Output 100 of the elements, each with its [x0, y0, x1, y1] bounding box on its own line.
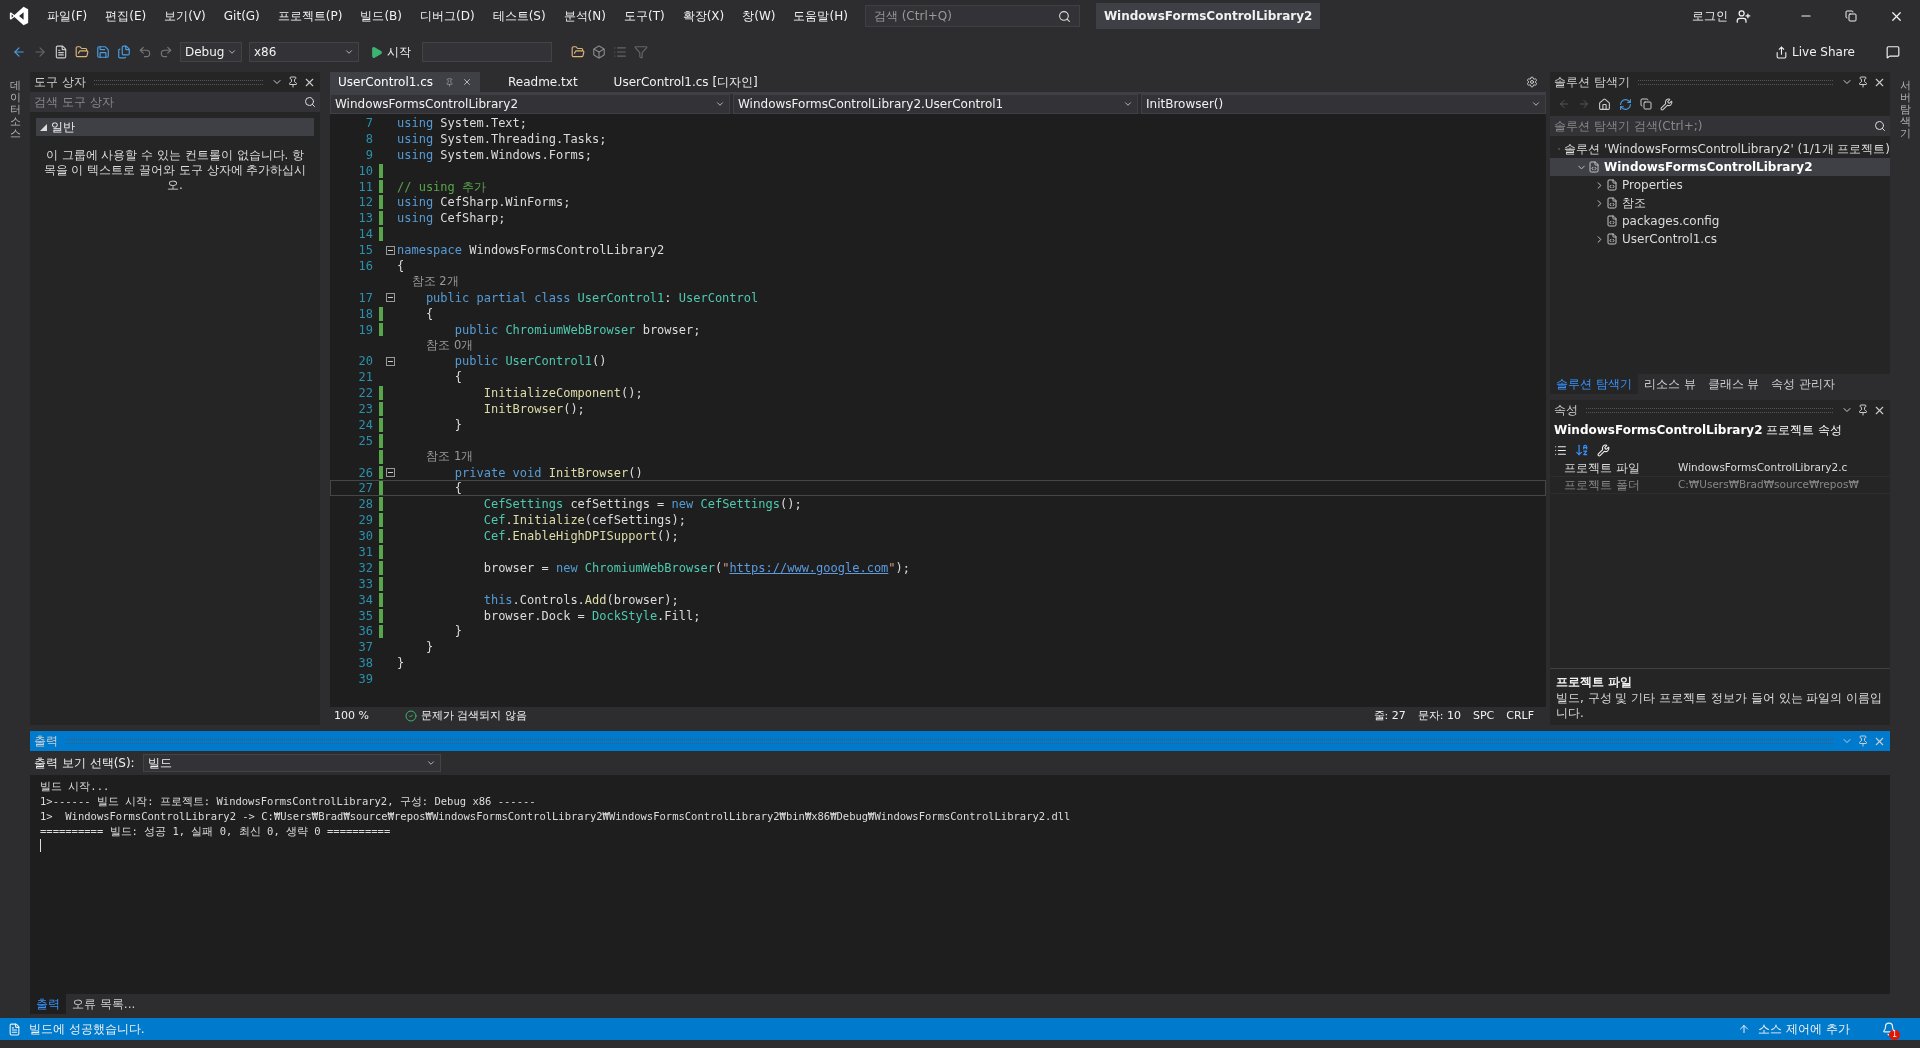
tree-item[interactable]: 솔루션 'WindowsFormsControlLibrary2' (1/1개 프로젝트) [1550, 140, 1890, 158]
tree-item[interactable]: Properties [1550, 176, 1890, 194]
live-share-button[interactable]: Live Share [1775, 43, 1855, 61]
source-dropdown[interactable]: 빌드 [142, 754, 441, 772]
panel-tab[interactable]: 출력 [30, 994, 66, 1014]
menu-item[interactable]: 빌드(B) [351, 7, 411, 25]
fold-icon[interactable] [385, 468, 395, 478]
tree-item[interactable]: WindowsFormsControlLibrary2 [1550, 158, 1890, 176]
code-line: { [453, 480, 463, 498]
line-number: 13 [357, 210, 374, 228]
save-all-icon[interactable] [117, 45, 131, 59]
pin-icon[interactable] [1857, 76, 1869, 88]
tree-item[interactable]: packages.config [1550, 212, 1890, 230]
account-icon[interactable] [1736, 8, 1751, 24]
folder-icon[interactable] [571, 45, 585, 59]
undo-icon[interactable] [138, 45, 152, 59]
menu-item[interactable]: 파일(F) [38, 7, 97, 25]
menu-item[interactable]: 디버그(D) [411, 7, 484, 25]
menu-item[interactable]: 확장(X) [673, 7, 734, 25]
fold-icon[interactable] [385, 356, 395, 366]
fold-icon[interactable] [385, 293, 395, 303]
chevron-icon[interactable] [1123, 99, 1133, 109]
toolbar-icon[interactable] [592, 45, 606, 59]
source-control-button[interactable]: 소스 제어에 추가 [1758, 1020, 1850, 1038]
menu-item[interactable]: 도구(T) [614, 7, 674, 25]
code-line: Cef.EnableHighDPISupport(); [482, 528, 679, 546]
code-line: InitializeComponent(); [482, 385, 643, 403]
search-field[interactable]: 검색 (Ctrl+Q) [864, 5, 1080, 27]
menu-item[interactable]: 프로젝트(P) [268, 7, 352, 25]
panel-tab[interactable]: 클래스 뷰 [1701, 374, 1766, 394]
open-icon[interactable] [75, 45, 89, 59]
refresh-icon[interactable] [1619, 97, 1632, 111]
side-tab[interactable]: 데이터 소스 [9, 80, 21, 141]
settings-icon[interactable] [1526, 76, 1538, 88]
editor-tab[interactable]: UserControl1.cs [330, 72, 481, 92]
code-lens[interactable]: 참조 0개 [397, 336, 474, 355]
line-number: 30 [357, 528, 374, 546]
line-number: 20 [357, 353, 374, 371]
object-selector[interactable]: WindowsFormsControlLibrary2 프로젝트 속성 [1550, 420, 1890, 440]
menu-item[interactable]: 테스트(S) [483, 7, 555, 25]
restore-icon[interactable] [1845, 10, 1857, 22]
editor-tab[interactable]: Readme.txt [500, 72, 586, 92]
menu-item[interactable]: 도움말(H) [784, 7, 857, 25]
panel-tab[interactable]: 속성 관리자 [1765, 374, 1842, 394]
save-icon[interactable] [96, 45, 110, 59]
chevron-icon[interactable] [344, 47, 354, 57]
panel-tab[interactable]: 리소스 뷰 [1637, 374, 1702, 394]
zoom-dropdown[interactable]: 100 % [334, 707, 369, 725]
back-icon[interactable] [12, 45, 26, 59]
search-field[interactable]: 솔루션 탐색기 검색(Ctrl+;) [1550, 116, 1890, 136]
line-number: 24 [357, 416, 374, 434]
login-link[interactable]: 로그인 [1692, 7, 1728, 25]
menu-item[interactable]: 창(W) [733, 7, 785, 25]
menu-item[interactable]: 편집(E) [96, 7, 156, 25]
close-icon[interactable] [462, 77, 473, 87]
code-lens[interactable]: 참조 1개 [397, 448, 474, 466]
collapse-all-icon[interactable] [1640, 98, 1652, 110]
new-item-icon[interactable] [54, 45, 68, 59]
line-number: 34 [357, 591, 374, 609]
group-header[interactable]: 일반 [36, 118, 314, 136]
navigation-dropdown[interactable]: WindowsFormsControlLibrary2.UserControl1 [733, 94, 1138, 114]
pin-icon[interactable] [287, 76, 299, 88]
search-icon [304, 96, 316, 108]
fold-icon[interactable] [385, 245, 395, 255]
menu-item[interactable]: Git(G) [214, 7, 269, 25]
tree-item[interactable]: UserControl1.cs [1550, 230, 1890, 248]
redo-icon[interactable] [159, 45, 173, 59]
start-button[interactable]: 시작 [366, 43, 415, 61]
search-field[interactable]: 검색 도구 상자 [30, 92, 320, 112]
notification-icon[interactable] [1882, 1022, 1896, 1036]
home-icon[interactable] [1598, 97, 1611, 111]
line-number: 14 [357, 226, 374, 244]
sort-icon[interactable] [1575, 443, 1589, 457]
navigation-dropdown[interactable]: InitBrowser() [1141, 94, 1546, 114]
tree-item[interactable]: 참조 [1550, 194, 1890, 212]
chevron-icon[interactable] [425, 758, 436, 768]
navigation-dropdown[interactable]: WindowsFormsControlLibrary2 [330, 94, 730, 114]
wrench-icon[interactable] [1660, 97, 1673, 111]
chevron-icon[interactable] [715, 99, 725, 109]
panel-tab[interactable]: 솔루션 탐색기 [1550, 374, 1638, 394]
side-tab[interactable]: 서버 탐색기 [1899, 80, 1911, 141]
play-icon[interactable] [370, 45, 383, 59]
configuration-dropdown[interactable]: Debug [180, 42, 242, 62]
feedback-icon[interactable] [1886, 45, 1900, 59]
code-line: public partial class UserControl1: UserControl [424, 289, 759, 307]
output-line: ========== 빌드: 성공 1, 실패 0, 최신 0, 생략 0 ========== [40, 824, 391, 839]
code-lens[interactable]: 참조 2개 [397, 273, 459, 291]
menu-item[interactable]: 보기(V) [155, 7, 215, 25]
menu-item[interactable]: 분석(N) [554, 7, 615, 25]
chevron-icon[interactable] [227, 47, 237, 57]
chevron-icon[interactable] [1531, 99, 1541, 109]
editor-tab[interactable]: UserControl1.cs [디자인] [605, 72, 766, 92]
pin-icon[interactable] [1857, 404, 1869, 416]
share-icon[interactable] [1775, 45, 1789, 59]
panel-tab[interactable]: 오류 목록... [66, 994, 142, 1014]
line-number: 33 [357, 575, 374, 593]
line-number: 26 [357, 464, 374, 482]
categorized-icon[interactable] [1554, 443, 1567, 457]
platform-dropdown[interactable]: x86 [249, 42, 359, 62]
line-number: 17 [357, 289, 374, 307]
